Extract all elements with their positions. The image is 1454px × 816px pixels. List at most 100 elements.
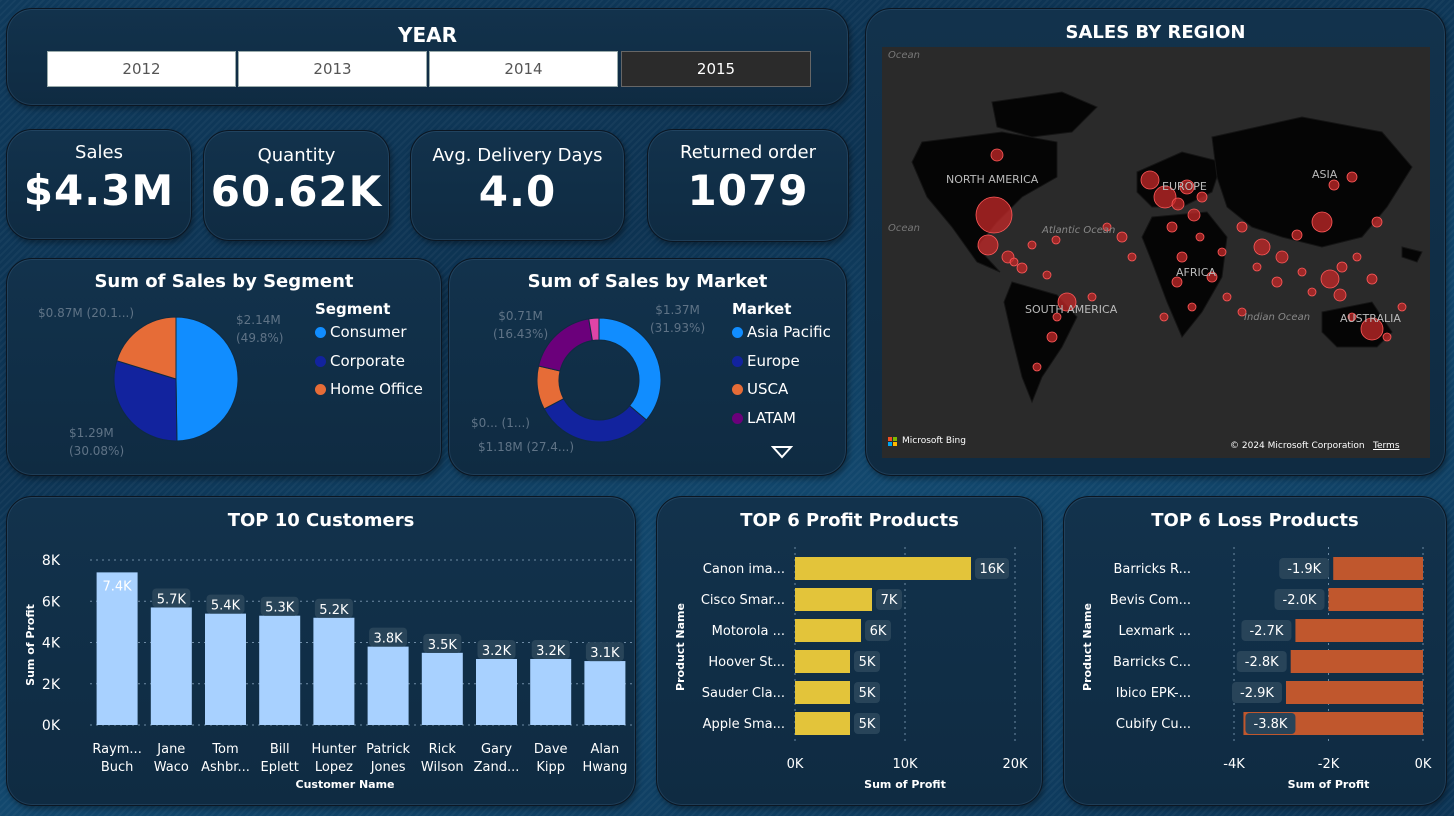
loss-products-bar-chart[interactable]: -4K -2K 0K Sum of Profit Product Name Barrick… [1064,497,1448,807]
sales-bubble[interactable] [1176,251,1188,263]
bar[interactable] [1295,619,1423,642]
sales-bubble[interactable] [1346,171,1358,183]
legend-item-corporate[interactable]: Corporate [315,352,405,370]
kpi-card-quantity: Quantity 60.62K [203,130,390,241]
bar[interactable] [795,681,850,704]
slice-consumer[interactable] [175,316,239,442]
sales-bubble[interactable] [977,234,999,256]
legend-item-europe[interactable]: Europe [732,352,800,370]
sales-bubble[interactable] [1046,331,1058,343]
triangle-down-icon[interactable] [771,445,793,459]
year-button-2012[interactable]: 2012 [47,51,236,87]
sales-bubble[interactable] [1252,262,1262,272]
sales-bubble[interactable] [1320,269,1340,289]
bar[interactable] [795,588,872,611]
sales-bubble[interactable] [1127,252,1137,262]
sales-bubble[interactable] [1009,257,1019,267]
sales-bubble[interactable] [1253,238,1271,256]
sales-bubble[interactable] [1371,216,1383,228]
sales-bubble[interactable] [1275,250,1289,264]
legend-item-latam[interactable]: LATAM [732,409,796,427]
sales-bubble[interactable] [1140,170,1160,190]
sales-bubble[interactable] [1042,270,1052,280]
map-terms-link[interactable]: Terms [1373,441,1400,451]
sales-bubble[interactable] [1382,332,1392,342]
market-data-label-usca: $0... (1...) [471,416,530,430]
sales-bubble[interactable] [1159,312,1169,322]
data-label: 3.5K [428,638,458,653]
legend-marker [315,384,326,395]
sales-bubble[interactable] [1087,292,1097,302]
profit-products-bar-chart[interactable]: 0K 10K 20K Sum of Profit Product Name Canon i… [657,497,1044,807]
legend-label: Corporate [330,351,405,370]
sales-bubble[interactable] [1352,252,1362,262]
bar[interactable] [313,617,355,725]
sales-bubble[interactable] [1166,221,1178,233]
bar[interactable] [259,615,301,725]
map-label-ocean-2: Ocean [888,223,920,234]
data-label: -2.8K [1245,655,1279,670]
sales-bubble[interactable] [1297,267,1307,277]
data-label: -2.0K [1283,593,1317,608]
bar[interactable] [795,619,861,642]
legend-item-consumer[interactable]: Consumer [315,323,407,341]
bar[interactable] [584,661,626,725]
y-axis-title: Sum of Profit [24,604,37,686]
sales-bubble[interactable] [1016,262,1028,274]
bar[interactable] [205,613,246,725]
legend-item-home-office[interactable]: Home Office [315,380,423,398]
market-data-label-latam: $0.71M (16.43%) [493,309,549,341]
sales-bubble[interactable] [1051,235,1061,245]
bar[interactable] [1290,650,1423,673]
bar[interactable] [1333,557,1423,580]
data-label: 3.2K [536,644,566,659]
bar[interactable] [476,659,517,725]
sales-bubble[interactable] [1271,276,1283,288]
data-label: 3.2K [482,644,512,659]
bar[interactable] [530,659,572,725]
category-label: Canon ima... [703,562,785,577]
sales-bubble[interactable] [1195,232,1205,242]
year-button-2015[interactable]: 2015 [621,51,811,87]
legend-item-usca[interactable]: USCA [732,380,788,398]
sales-bubble[interactable] [1366,273,1378,285]
sales-bubble[interactable] [1311,211,1333,233]
sales-bubble[interactable] [1187,208,1201,222]
sales-bubble[interactable] [1333,288,1347,302]
sales-bubble[interactable] [1307,287,1317,297]
sales-bubble[interactable] [1032,362,1042,372]
sales-bubble[interactable] [1222,292,1232,302]
year-button-2014[interactable]: 2014 [429,51,618,87]
sales-bubble[interactable] [1397,302,1407,312]
sales-bubble[interactable] [1291,229,1303,241]
sales-bubble[interactable] [1187,302,1197,312]
legend-item-asia-pacific[interactable]: Asia Pacific [732,323,831,341]
sales-bubble[interactable] [975,196,1013,234]
sales-bubble[interactable] [1236,221,1248,233]
sales-bubble[interactable] [1027,240,1037,250]
sales-bubble[interactable] [1116,231,1128,243]
x-tick-label: Hwang [582,760,627,775]
sales-bubble[interactable] [1328,179,1340,191]
year-button-2013[interactable]: 2013 [238,51,427,87]
top-customers-bar-chart[interactable]: 0K 2K 4K 6K 8K Sum of Profit 7.4K Raym... Buch 5.… [7,497,637,807]
bar[interactable] [795,712,850,735]
bar[interactable] [795,650,850,673]
map-label-indian: Indian Ocean [1244,312,1311,323]
sales-bubble[interactable] [1196,191,1208,203]
sales-bubble[interactable] [1336,261,1348,273]
bar[interactable] [421,652,463,725]
legend-marker [315,355,326,367]
bar[interactable] [96,572,138,725]
bar[interactable] [1328,588,1424,611]
sales-bubble[interactable] [1217,247,1227,257]
bar[interactable] [1285,681,1423,704]
bar[interactable] [367,646,409,725]
bar[interactable] [795,557,971,580]
bar[interactable] [150,607,192,725]
category-label: Barricks C... [1113,655,1191,670]
sales-bubble[interactable] [990,148,1004,162]
sales-bubble[interactable] [1171,197,1185,211]
sales-map[interactable]: Ocean Ocean Atlantic Ocean Indian Ocean … [882,47,1430,458]
x-tick-label: Patrick [366,742,410,757]
